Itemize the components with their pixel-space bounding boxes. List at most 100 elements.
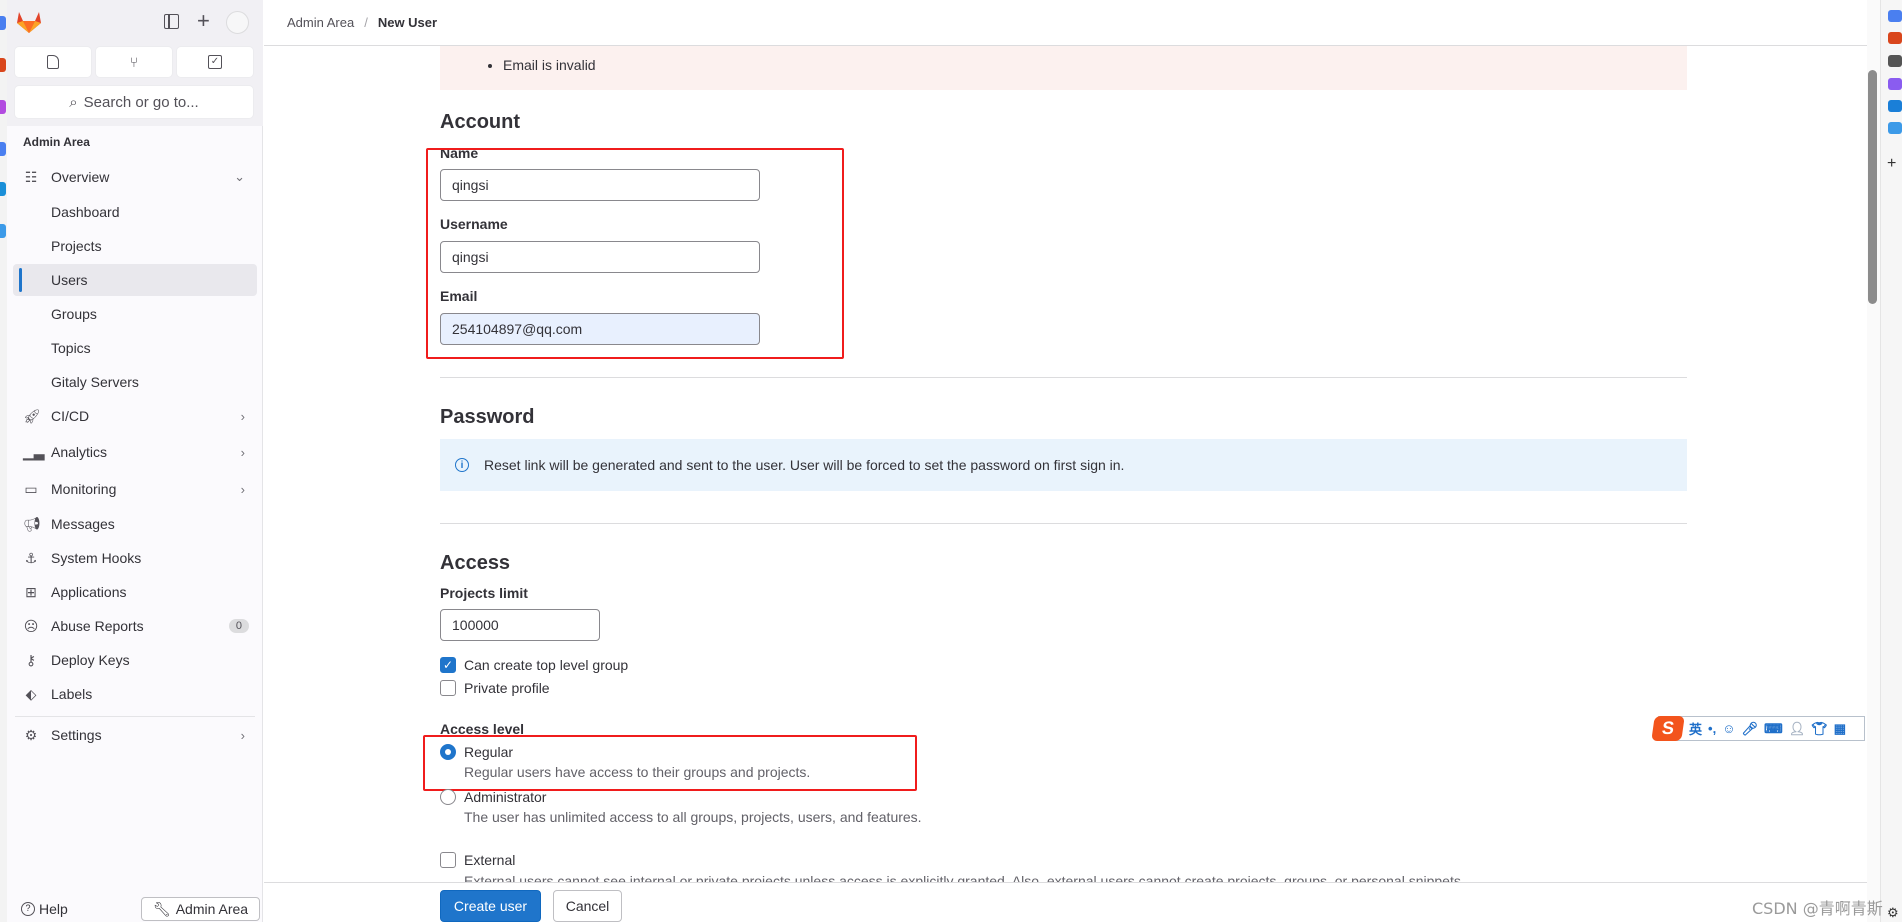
breadcrumb-admin-area[interactable]: Admin Area <box>287 15 354 30</box>
sidebar-item-label: Analytics <box>51 444 108 460</box>
sidebar-item-analytics[interactable]: ▁▃ Analytics › <box>13 436 257 468</box>
sidebar-item-messages[interactable]: 📢︎ Messages <box>13 508 257 540</box>
sidebar-item-label: Gitaly Servers <box>51 374 139 390</box>
sogou-logo-icon: S <box>1651 716 1685 741</box>
todo-checkbox-icon: ✓ <box>208 55 222 69</box>
browser-right-strip: + ⚙ <box>1880 0 1902 922</box>
settings-icon[interactable]: ⚙ <box>1887 905 1899 921</box>
sidebar-divider <box>15 716 255 717</box>
chevron-right-icon: › <box>240 408 245 424</box>
toolbox-icon[interactable]: ▦ <box>1834 721 1846 737</box>
ime-mode[interactable]: 英 <box>1689 719 1702 738</box>
admin-area-label: Admin Area <box>175 901 249 917</box>
help-button[interactable]: ? Help <box>21 901 68 917</box>
password-info-alert: i Reset link will be generated and sent t… <box>440 439 1687 491</box>
emoji-icon[interactable]: ☺ <box>1722 721 1735 736</box>
microphone-icon[interactable]: 🎤︎ <box>1741 721 1758 737</box>
annotation-box-access-level <box>423 735 917 791</box>
label-icon: ⬖ <box>25 685 37 702</box>
user-icon[interactable]: 👤︎ <box>1789 721 1806 737</box>
can-create-group-checkbox[interactable]: ✓ Can create top level group <box>440 657 628 673</box>
sidebar-item-deploy-keys[interactable]: ⚷ Deploy Keys <box>13 644 257 676</box>
error-message: Email is invalid <box>503 57 596 73</box>
create-user-button[interactable]: Create user <box>440 890 541 922</box>
sidebar-item-abuse-reports[interactable]: ☹ Abuse Reports 0 <box>13 610 257 642</box>
account-heading: Account <box>440 111 520 133</box>
sidebar-item-topics[interactable]: Topics <box>13 332 257 364</box>
checkbox-label: Can create top level group <box>464 657 629 673</box>
plus-icon[interactable]: + <box>197 8 210 34</box>
sidebar-item-label: Abuse Reports <box>51 618 144 634</box>
chevron-right-icon: › <box>240 444 245 460</box>
chevron-down-icon: ⌄ <box>234 169 245 184</box>
sidebar-item-label: Users <box>51 272 88 288</box>
gitlab-logo-icon[interactable] <box>16 10 42 34</box>
sidebar-item-monitoring[interactable]: ▭ Monitoring › <box>13 473 257 505</box>
info-icon: i <box>455 458 469 472</box>
cancel-button[interactable]: Cancel <box>553 890 622 922</box>
overview-icon: ☷ <box>24 168 38 185</box>
breadcrumb-separator: / <box>364 15 368 30</box>
checkbox-label: External <box>464 852 516 868</box>
todos-button[interactable]: ✓ <box>177 47 253 77</box>
checkbox-checked-icon: ✓ <box>440 657 456 673</box>
sidebar-item-label: Settings <box>51 727 102 743</box>
sidebar-item-label: Monitoring <box>51 481 117 497</box>
sidebar-section-title: Admin Area <box>23 135 90 149</box>
admin-area-button[interactable]: 🔧︎ Admin Area <box>141 897 260 921</box>
megaphone-icon: 📢︎ <box>23 515 41 532</box>
sidebar-item-label: Dashboard <box>51 204 120 220</box>
checkbox-icon <box>440 852 456 868</box>
sidebar-item-projects[interactable]: Projects <box>13 230 257 262</box>
sidebar-item-gitaly-servers[interactable]: Gitaly Servers <box>13 366 257 398</box>
scrollbar-thumb[interactable] <box>1868 70 1877 304</box>
sidebar-item-label: Applications <box>51 584 127 600</box>
error-alert: Email is invalid <box>440 46 1687 90</box>
sidebar-item-groups[interactable]: Groups <box>13 298 257 330</box>
help-label: Help <box>39 901 68 917</box>
gear-icon: ⚙ <box>24 726 38 743</box>
sidebar-item-applications[interactable]: ⊞ Applications <box>13 576 257 608</box>
sidebar-item-label: CI/CD <box>51 408 90 424</box>
add-icon[interactable]: + <box>1887 155 1896 173</box>
search-placeholder: Search or go to... <box>83 93 199 111</box>
external-checkbox[interactable]: External <box>440 852 515 868</box>
issues-icon <box>47 55 59 69</box>
private-profile-checkbox[interactable]: Private profile <box>440 680 550 696</box>
sidebar-item-users[interactable]: Users <box>13 264 257 296</box>
grid-icon: ⊞ <box>25 583 37 600</box>
radio-icon <box>440 789 456 805</box>
search-icon: ⌕ <box>69 93 78 111</box>
sidebar-item-system-hooks[interactable]: ⚓︎ System Hooks <box>13 542 257 574</box>
keyboard-icon[interactable]: ⌨ <box>1764 721 1783 737</box>
search-button[interactable]: ⌕ Search or go to... <box>15 86 253 118</box>
sidebar-item-cicd[interactable]: 🚀︎ CI/CD › <box>13 400 257 432</box>
sidebar-item-label: Messages <box>51 516 115 532</box>
avatar[interactable] <box>226 11 249 34</box>
sidebar-item-settings[interactable]: ⚙ Settings › <box>13 719 257 751</box>
divider <box>440 377 1687 378</box>
toggle-sidebar-icon[interactable] <box>164 14 179 29</box>
sidebar-item-label: Deploy Keys <box>51 652 130 668</box>
sidebar-item-labels[interactable]: ⬖ Labels <box>13 678 257 710</box>
administrator-description: The user has unlimited access to all gro… <box>464 809 922 825</box>
sidebar-item-dashboard[interactable]: Dashboard <box>13 196 257 228</box>
radio-label: Administrator <box>464 789 547 805</box>
browser-left-strip <box>0 0 7 922</box>
ime-punctuation[interactable]: •, <box>1708 721 1716 736</box>
ime-toolbar[interactable]: S 英 •, ☺ 🎤︎ ⌨ 👤︎ 👕︎ ▦ <box>1651 716 1865 741</box>
access-level-administrator-radio[interactable]: Administrator <box>440 789 546 805</box>
projects-limit-input[interactable] <box>440 609 600 641</box>
anchor-icon: ⚓︎ <box>24 549 38 566</box>
count-badge: 0 <box>228 619 249 633</box>
chevron-right-icon: › <box>240 727 245 743</box>
password-heading: Password <box>440 406 535 428</box>
rocket-icon: 🚀︎ <box>23 407 41 424</box>
chevron-right-icon: › <box>240 481 245 497</box>
checkbox-icon <box>440 680 456 696</box>
issues-button[interactable] <box>15 47 91 77</box>
merge-requests-button[interactable]: ⑂ <box>96 47 172 77</box>
sidebar-item-label: Groups <box>51 306 97 322</box>
sidebar-item-overview[interactable]: ☷ Overview ⌄ <box>13 161 257 193</box>
skin-icon[interactable]: 👕︎ <box>1811 721 1828 737</box>
